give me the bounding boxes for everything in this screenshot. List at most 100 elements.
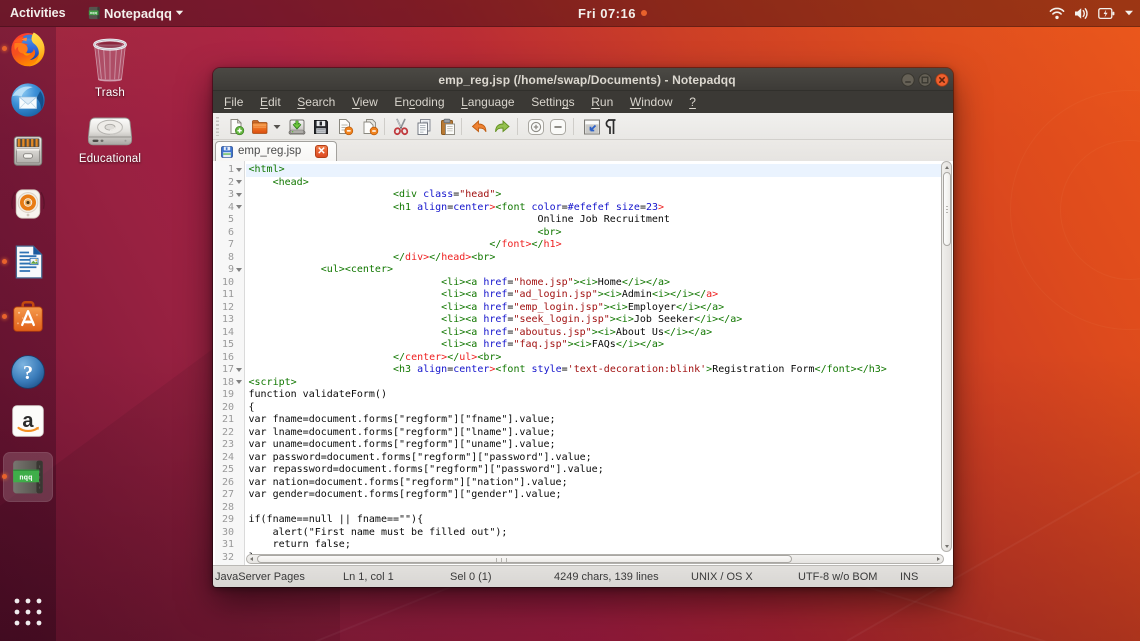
code-line-30[interactable]: 30 alert("First name must be filled out"… — [213, 527, 953, 540]
dock-item-notepadqq[interactable]: nqq — [9, 458, 47, 496]
scroll-left-arrow[interactable] — [250, 557, 253, 561]
save-button[interactable] — [288, 118, 306, 136]
status-language[interactable]: JavaServer Pages — [215, 566, 305, 588]
code-line-23[interactable]: 23var uname=document.forms["regform"]["u… — [213, 439, 953, 452]
dock-item-amazon[interactable]: a — [9, 402, 47, 440]
code-line-12[interactable]: 12 <li><a href="emp_login.jsp"><i>Employ… — [213, 302, 953, 315]
menu-file[interactable]: File — [224, 95, 243, 109]
zoom-in-button[interactable] — [527, 118, 545, 136]
menu-run[interactable]: Run — [591, 95, 613, 109]
code-line-22[interactable]: 22var lname=document.forms["regform"]["l… — [213, 427, 953, 440]
status-encoding[interactable]: UTF-8 w/o BOM — [798, 566, 877, 588]
redo-button[interactable] — [493, 118, 511, 136]
menu-language[interactable]: Language — [461, 95, 515, 109]
tab-emp-reg-jsp[interactable]: emp_reg.jsp ✕ — [215, 141, 337, 161]
fold-arrow-icon[interactable] — [236, 368, 242, 372]
code-line-28[interactable]: 28 — [213, 502, 953, 515]
code-line-17[interactable]: 17 <h3 align=center><font style='text-de… — [213, 364, 953, 377]
code-line-6[interactable]: 6 <br> — [213, 227, 953, 240]
code-line-13[interactable]: 13 <li><a href="seek_login.jsp"><i>Job S… — [213, 314, 953, 327]
code-line-5[interactable]: 5 Online Job Recruitment — [213, 214, 953, 227]
code-line-10[interactable]: 10 <li><a href="home.jsp"><i>Home</i></a… — [213, 277, 953, 290]
fold-arrow-icon[interactable] — [236, 205, 242, 209]
status-line-endings[interactable]: UNIX / OS X — [691, 566, 753, 588]
open-button[interactable] — [251, 118, 269, 136]
code-line-16[interactable]: 16 </center></ul><br> — [213, 352, 953, 365]
code-line-31[interactable]: 31 return false; — [213, 539, 953, 552]
code-line-11[interactable]: 11 <li><a href="ad_login.jsp"><i>Admin<i… — [213, 289, 953, 302]
fold-arrow-icon[interactable] — [236, 268, 242, 272]
code-line-26[interactable]: 26var nation=document.forms["regform"]["… — [213, 477, 953, 490]
window-layout-button[interactable] — [583, 118, 601, 136]
menu-search[interactable]: Search — [297, 95, 335, 109]
menu-edit[interactable]: Edit — [260, 95, 281, 109]
code-line-2[interactable]: 2 <head> — [213, 177, 953, 190]
scroll-down-arrow[interactable] — [945, 545, 949, 548]
show-invisibles-button[interactable] — [602, 118, 620, 136]
save-all-button[interactable] — [312, 118, 330, 136]
undo-button[interactable] — [470, 118, 488, 136]
fold-arrow-icon[interactable] — [236, 193, 242, 197]
code-line-3[interactable]: 3 <div class="head"> — [213, 189, 953, 202]
code-editor[interactable]: 1<html>2 <head>3 <div class="head">4 <h1… — [213, 161, 953, 565]
code-line-19[interactable]: 19function validateForm() — [213, 389, 953, 402]
dock-item-firefox[interactable] — [9, 30, 47, 68]
vertical-scrollbar[interactable] — [941, 161, 952, 552]
vertical-scrollbar-thumb[interactable] — [943, 172, 951, 246]
code-line-25[interactable]: 25var repassword=document.forms["regform… — [213, 464, 953, 477]
open-dropdown-arrow[interactable] — [273, 124, 281, 130]
code-line-7[interactable]: 7 </font></h1> — [213, 239, 953, 252]
activities-button[interactable]: Activities — [10, 0, 66, 26]
menu-window[interactable]: Window — [630, 95, 673, 109]
new-document-button[interactable] — [227, 118, 245, 136]
fold-arrow-icon[interactable] — [236, 168, 242, 172]
dock-item-ubuntu-software[interactable] — [9, 298, 47, 336]
app-menu[interactable]: nqq Notepadqq — [88, 0, 184, 26]
code-line-4[interactable]: 4 <h1 align=center><font color=#efefef s… — [213, 202, 953, 215]
minimize-button[interactable] — [901, 73, 915, 87]
show-applications-button[interactable] — [10, 596, 46, 629]
code-line-15[interactable]: 15 <li><a href="faq.jsp"><i>FAQs</i></a> — [213, 339, 953, 352]
zoom-out-button[interactable] — [549, 118, 567, 136]
code-line-29[interactable]: 29if(fname==null || fname==""){ — [213, 514, 953, 527]
maximize-button[interactable] — [918, 73, 932, 87]
close-document-button[interactable] — [336, 118, 354, 136]
menu-[interactable]: ? — [689, 95, 696, 109]
code-line-1[interactable]: 1<html> — [213, 164, 953, 177]
desktop-icon-trash[interactable]: Trash — [65, 36, 155, 99]
fold-arrow-icon[interactable] — [236, 180, 242, 184]
code-line-20[interactable]: 20{ — [213, 402, 953, 415]
close-button[interactable] — [935, 73, 949, 87]
system-status-area[interactable] — [1049, 0, 1134, 26]
clock[interactable]: Fri 07:16 — [578, 0, 647, 26]
dock-item-files[interactable] — [9, 132, 47, 170]
window-titlebar[interactable]: emp_reg.jsp (/home/swap/Documents) - Not… — [213, 68, 953, 91]
horizontal-scrollbar[interactable] — [246, 554, 945, 565]
paste-button[interactable] — [439, 118, 457, 136]
menu-encoding[interactable]: Encoding — [394, 95, 444, 109]
code-line-21[interactable]: 21var fname=document.forms["regform"]["f… — [213, 414, 953, 427]
desktop-icon-educational[interactable]: Educational — [65, 116, 155, 165]
dock-item-rhythmbox[interactable] — [9, 185, 47, 223]
close-all-documents-button[interactable] — [361, 118, 379, 136]
dock-item-thunderbird[interactable] — [9, 81, 47, 119]
dock-item-help[interactable]: ? — [9, 353, 47, 391]
tab-close-button[interactable]: ✕ — [315, 145, 328, 158]
dock-item-libreoffice-writer[interactable] — [9, 243, 47, 281]
toolbar-grip[interactable] — [216, 117, 219, 136]
scroll-up-arrow[interactable] — [945, 166, 949, 169]
horizontal-scrollbar-thumb[interactable] — [257, 555, 792, 563]
scroll-right-arrow[interactable] — [937, 557, 940, 561]
cut-button[interactable] — [392, 118, 410, 136]
copy-button[interactable] — [415, 118, 433, 136]
menu-settings[interactable]: Settings — [531, 95, 574, 109]
fold-arrow-icon[interactable] — [236, 380, 242, 384]
code-text: </center></ul><br> — [249, 352, 502, 365]
menu-view[interactable]: View — [352, 95, 378, 109]
code-line-24[interactable]: 24var password=document.forms["regform"]… — [213, 452, 953, 465]
code-line-18[interactable]: 18<script> — [213, 377, 953, 390]
code-line-14[interactable]: 14 <li><a href="aboutus.jsp"><i>About Us… — [213, 327, 953, 340]
code-line-27[interactable]: 27var gender=document.forms[regform"]["g… — [213, 489, 953, 502]
code-line-9[interactable]: 9 <ul><center> — [213, 264, 953, 277]
code-line-8[interactable]: 8 </div></head><br> — [213, 252, 953, 265]
